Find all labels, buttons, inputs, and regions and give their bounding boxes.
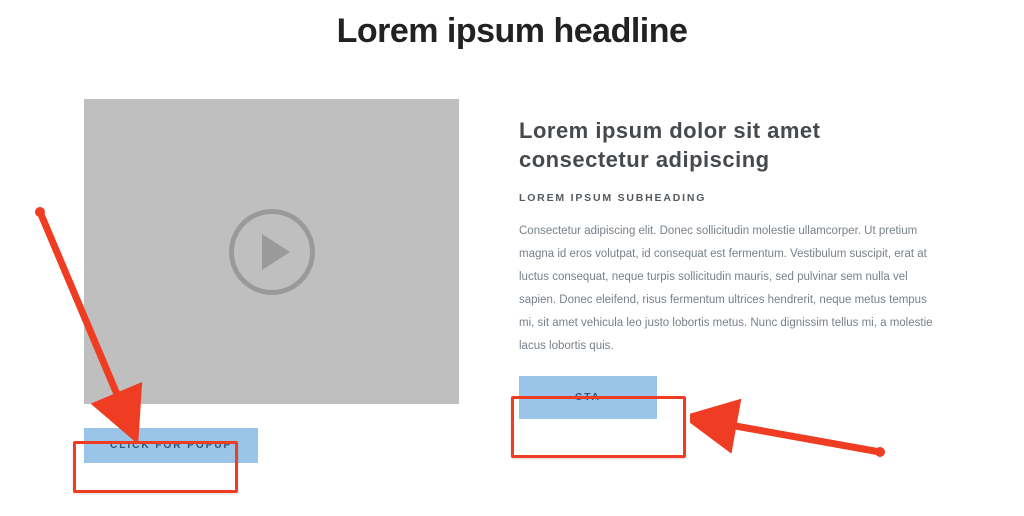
video-placeholder[interactable] bbox=[84, 99, 459, 404]
section-subheading: LOREM IPSUM SUBHEADING bbox=[519, 192, 940, 204]
play-triangle bbox=[262, 234, 290, 270]
page-title: Lorem ipsum headline bbox=[0, 0, 1024, 51]
cta-button-wrap: CTA bbox=[519, 376, 940, 419]
popup-button-wrap: CLICK FOR POPUP bbox=[84, 428, 459, 463]
body-copy: Consectetur adipiscing elit. Donec solli… bbox=[519, 220, 940, 358]
cta-button[interactable]: CTA bbox=[519, 376, 657, 419]
popup-button[interactable]: CLICK FOR POPUP bbox=[84, 428, 258, 463]
play-icon bbox=[229, 209, 315, 295]
section-heading: Lorem ipsum dolor sit amet consectetur a… bbox=[519, 117, 940, 174]
left-column: CLICK FOR POPUP bbox=[84, 99, 459, 463]
content-area: CLICK FOR POPUP Lorem ipsum dolor sit am… bbox=[0, 99, 1024, 463]
right-column: Lorem ipsum dolor sit amet consectetur a… bbox=[519, 99, 940, 463]
